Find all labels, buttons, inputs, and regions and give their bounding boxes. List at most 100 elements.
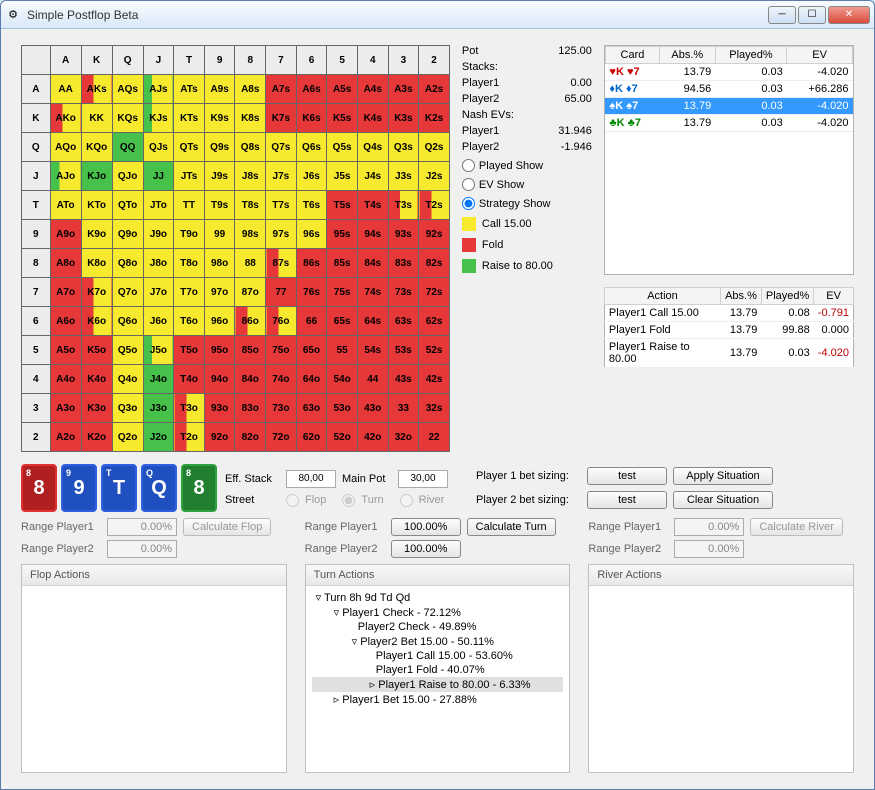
hand-cell[interactable]: J5s [327, 162, 358, 191]
hand-cell[interactable]: 43o [357, 394, 388, 423]
hand-cell[interactable]: T6o [174, 307, 205, 336]
hand-cell[interactable]: KTo [81, 191, 112, 220]
hand-cell[interactable]: 96s [296, 220, 327, 249]
hand-cell[interactable]: 94s [357, 220, 388, 249]
hand-cell[interactable]: 76s [296, 278, 327, 307]
hand-cell[interactable]: 76o [266, 307, 297, 336]
hand-cell[interactable]: 95o [204, 336, 235, 365]
hand-cell[interactable]: AKs [81, 75, 112, 104]
turn-actions-panel[interactable]: Turn Actions ▿ Turn 8h 9d Td Qd▿ Player1… [305, 564, 571, 773]
hand-cell[interactable]: 98s [235, 220, 266, 249]
tree-item[interactable]: ▿ Player1 Check - 72.12% [312, 605, 564, 620]
hand-cell[interactable]: A3s [388, 75, 419, 104]
hand-cell[interactable]: A9o [50, 220, 81, 249]
hand-cell[interactable]: A2o [50, 423, 81, 452]
calc-turn-button[interactable]: Calculate Turn [467, 518, 556, 536]
hand-cell[interactable]: 92s [419, 220, 450, 249]
hand-cell[interactable]: Q2s [419, 133, 450, 162]
hand-cell[interactable]: 83s [388, 249, 419, 278]
hand-cell[interactable]: 42o [357, 423, 388, 452]
hand-cell[interactable]: A5s [327, 75, 358, 104]
hand-cell[interactable]: KJo [81, 162, 112, 191]
hand-cell[interactable]: J8s [235, 162, 266, 191]
hand-cell[interactable]: A6o [50, 307, 81, 336]
hand-cell[interactable]: K5o [81, 336, 112, 365]
hand-cell[interactable]: ATo [50, 191, 81, 220]
clear-situation-button[interactable]: Clear Situation [673, 491, 773, 509]
hand-cell[interactable]: A8o [50, 249, 81, 278]
hand-cell[interactable]: AKo [50, 104, 81, 133]
hand-cell[interactable]: 55 [327, 336, 358, 365]
hand-cell[interactable]: QJs [143, 133, 174, 162]
card-table[interactable]: CardAbs.%Played%EV♥K ♥713.790.03-4.020♦K… [605, 46, 853, 132]
hand-cell[interactable]: 75s [327, 278, 358, 307]
hand-cell[interactable]: AA [50, 75, 81, 104]
hand-cell[interactable]: K2o [81, 423, 112, 452]
hand-cell[interactable]: 54s [357, 336, 388, 365]
hand-cell[interactable]: 97s [266, 220, 297, 249]
hand-cell[interactable]: 62o [296, 423, 327, 452]
hand-cell[interactable]: Q8s [235, 133, 266, 162]
hand-cell[interactable]: J9o [143, 220, 174, 249]
hand-cell[interactable]: A4s [357, 75, 388, 104]
hand-cell[interactable]: 73o [266, 394, 297, 423]
hand-cell[interactable]: JTs [174, 162, 205, 191]
hand-cell[interactable]: Q3o [112, 394, 143, 423]
minimize-button[interactable]: ─ [768, 6, 796, 24]
close-button[interactable]: ✕ [828, 6, 870, 24]
hand-cell[interactable]: K8o [81, 249, 112, 278]
hand-cell[interactable]: J2o [143, 423, 174, 452]
hand-cell[interactable]: A6s [296, 75, 327, 104]
hand-cell[interactable]: Q4s [357, 133, 388, 162]
hand-cell[interactable]: 77 [266, 278, 297, 307]
apply-situation-button[interactable]: Apply Situation [673, 467, 773, 485]
hand-cell[interactable]: JJ [143, 162, 174, 191]
hand-cell[interactable]: 85o [235, 336, 266, 365]
hand-cell[interactable]: J2s [419, 162, 450, 191]
hand-cell[interactable]: K9o [81, 220, 112, 249]
hand-cell[interactable]: T8o [174, 249, 205, 278]
hand-cell[interactable]: K5s [327, 104, 358, 133]
hand-cell[interactable]: 96o [204, 307, 235, 336]
hand-cell[interactable]: KTs [174, 104, 205, 133]
hand-cell[interactable]: 66 [296, 307, 327, 336]
hand-cell[interactable]: J4s [357, 162, 388, 191]
hand-cell[interactable]: A8s [235, 75, 266, 104]
hand-cell[interactable]: 98o [204, 249, 235, 278]
hand-cell[interactable]: 82o [235, 423, 266, 452]
turn-rp2-pct[interactable]: 100.00% [391, 540, 461, 558]
hand-cell[interactable]: J3o [143, 394, 174, 423]
hand-cell[interactable]: 72s [419, 278, 450, 307]
hand-cell[interactable]: T3s [388, 191, 419, 220]
hand-cell[interactable]: K6s [296, 104, 327, 133]
tree-item[interactable]: ▿ Turn 8h 9d Td Qd [312, 590, 564, 605]
hand-cell[interactable]: KQo [81, 133, 112, 162]
hand-cell[interactable]: 32s [419, 394, 450, 423]
hand-cell[interactable]: 62s [419, 307, 450, 336]
hand-cell[interactable]: A5o [50, 336, 81, 365]
hand-cell[interactable]: T7o [174, 278, 205, 307]
hand-cell[interactable]: J7s [266, 162, 297, 191]
hand-cell[interactable]: 83o [235, 394, 266, 423]
hand-cell[interactable]: AQo [50, 133, 81, 162]
hand-cell[interactable]: T9s [204, 191, 235, 220]
hand-cell[interactable]: 84o [235, 365, 266, 394]
tree-item[interactable]: ▿ Player2 Bet 15.00 - 50.11% [312, 634, 564, 649]
hand-cell[interactable]: T5o [174, 336, 205, 365]
hand-cell[interactable]: Q6s [296, 133, 327, 162]
hand-cell[interactable]: 93o [204, 394, 235, 423]
hand-cell[interactable]: KJs [143, 104, 174, 133]
strategy-show-radio[interactable] [462, 197, 475, 210]
hand-cell[interactable]: K4s [357, 104, 388, 133]
hand-cell[interactable]: QJo [112, 162, 143, 191]
hand-cell[interactable]: K6o [81, 307, 112, 336]
tree-item[interactable]: Player1 Call 15.00 - 53.60% [312, 649, 564, 663]
main-pot-input[interactable] [398, 470, 448, 488]
hand-cell[interactable]: AQs [112, 75, 143, 104]
p1-bet-sizing-button[interactable]: test [587, 467, 667, 485]
hand-cell[interactable]: Q8o [112, 249, 143, 278]
hand-cell[interactable]: 44 [357, 365, 388, 394]
hand-cell[interactable]: Q6o [112, 307, 143, 336]
hand-cell[interactable]: J9s [204, 162, 235, 191]
hand-cell[interactable]: 74s [357, 278, 388, 307]
